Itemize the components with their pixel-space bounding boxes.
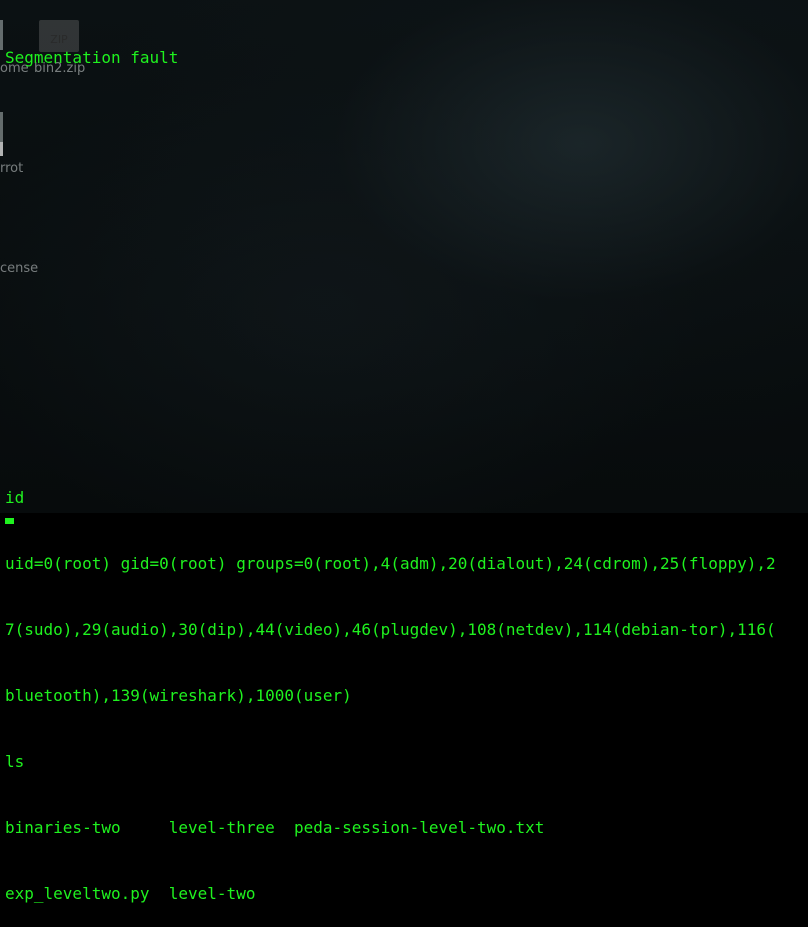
terminal-line-id-output-1: uid=0(root) gid=0(root) groups=0(root),4… xyxy=(5,554,776,573)
terminal-line-id-output-2: 7(sudo),29(audio),30(dip),44(video),46(p… xyxy=(5,620,776,639)
terminal-line-ls-output-2: exp_leveltwo.py level-two xyxy=(5,884,256,903)
terminal-line-segfault: Segmentation fault xyxy=(5,48,179,67)
edge-icon-fragment xyxy=(0,142,3,156)
edge-icon-fragment xyxy=(0,112,3,142)
edge-icon-fragment xyxy=(0,20,3,50)
terminal-blank-area xyxy=(5,113,776,443)
terminal-line-command-id: id xyxy=(5,488,25,507)
terminal-prompt[interactable] xyxy=(5,507,14,526)
terminal-cursor xyxy=(5,518,14,524)
terminal-line-id-output-3: bluetooth),139(wireshark),1000(user) xyxy=(5,686,352,705)
terminal-output[interactable]: Segmentation fault id uid=0(root) gid=0(… xyxy=(5,3,776,927)
terminal-line-command-ls: ls xyxy=(5,752,25,771)
terminal-line-ls-output-1: binaries-two level-three peda-session-le… xyxy=(5,818,545,837)
